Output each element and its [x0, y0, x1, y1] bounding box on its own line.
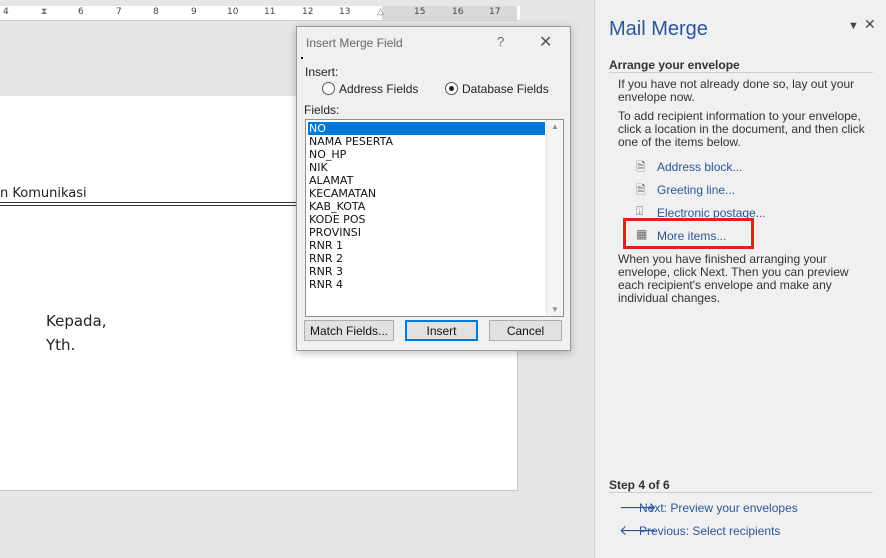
ruler-number: 16 — [452, 7, 464, 17]
list-item[interactable]: PROVINSI — [308, 226, 545, 239]
list-item[interactable]: KODE POS — [308, 213, 545, 226]
intro-text: If you have not already done so, lay out… — [618, 77, 855, 104]
address-block-link[interactable]: Address block... — [657, 160, 742, 174]
database-fields-label[interactable]: Database Fields — [462, 82, 549, 96]
list-item[interactable]: NAMA PESERTA — [308, 135, 545, 148]
dialog-title: Insert Merge Field — [306, 36, 403, 50]
ruler-number: 8 — [153, 7, 159, 17]
insert-button[interactable]: Insert — [405, 320, 478, 341]
divider — [609, 72, 873, 73]
list-item[interactable]: RNR 2 — [308, 252, 545, 265]
fields-label: Fields: — [304, 103, 340, 117]
doc-recipient-line[interactable]: Yth. — [46, 336, 75, 354]
document-icon: 🗎 — [636, 183, 646, 197]
horizontal-ruler[interactable]: 4 ⧗ 6 7 8 9 10 11 12 13 △ 15 16 17 — [0, 6, 520, 21]
ruler-number: 17 — [489, 7, 501, 17]
help-button[interactable]: ? — [497, 34, 504, 49]
match-fields-button[interactable]: Match Fields... — [304, 320, 394, 341]
insert-label: Insert: — [305, 65, 339, 79]
list-item[interactable]: NO — [308, 122, 545, 135]
greeting-line-link[interactable]: Greeting line... — [657, 183, 735, 197]
highlight-box — [623, 218, 754, 249]
divider — [609, 492, 873, 493]
list-item[interactable]: ALAMAT — [308, 174, 545, 187]
list-item[interactable]: RNR 3 — [308, 265, 545, 278]
scroll-down-icon[interactable]: ▼ — [551, 305, 559, 314]
document-icon: 🗎 — [636, 160, 646, 174]
ruler-number: 7 — [116, 7, 122, 17]
mail-merge-pane: Mail Merge ▼ ✕ Arrange your envelope If … — [594, 0, 886, 558]
list-item[interactable]: KECAMATAN — [308, 187, 545, 200]
right-indent-marker-icon[interactable]: △ — [377, 6, 384, 17]
step-indicator: Step 4 of 6 — [609, 478, 670, 492]
ruler-number: 13 — [339, 7, 351, 17]
ruler-number: 10 — [227, 7, 239, 17]
insert-merge-field-dialog: Insert Merge Field ? ✕ Insert: Address F… — [296, 26, 571, 351]
close-icon[interactable]: ✕ — [539, 32, 552, 52]
finish-text: When you have finished arranging your en… — [618, 252, 849, 305]
pane-close-icon[interactable]: ✕ — [864, 16, 876, 33]
ruler-number: 9 — [191, 7, 197, 17]
postage-icon: ⍗ — [636, 204, 644, 218]
pane-options-icon[interactable]: ▼ — [848, 20, 859, 32]
ruler-number: 15 — [414, 7, 426, 17]
cancel-button[interactable]: Cancel — [489, 320, 562, 341]
ruler-number: 12 — [302, 7, 314, 17]
pane-title: Mail Merge — [609, 18, 708, 40]
address-fields-label[interactable]: Address Fields — [339, 82, 418, 96]
list-item[interactable]: RNR 1 — [308, 239, 545, 252]
address-fields-radio[interactable] — [322, 82, 335, 95]
ruler-number: 11 — [264, 7, 276, 17]
list-item[interactable]: NO_HP — [308, 148, 545, 161]
list-item[interactable]: RNR 4 — [308, 278, 545, 291]
section-heading: Arrange your envelope — [609, 58, 740, 72]
database-fields-radio[interactable] — [445, 82, 458, 95]
text-cursor — [301, 57, 303, 59]
instruction-text: To add recipient information to your env… — [618, 109, 865, 149]
previous-step-link[interactable]: Previous: Select recipients — [639, 524, 780, 538]
doc-header-text: n Komunikasi — [0, 186, 87, 201]
indent-marker-icon[interactable]: ⧗ — [41, 6, 47, 17]
next-step-link[interactable]: Next: Preview your envelopes — [639, 501, 798, 515]
ruler-number: 6 — [78, 7, 84, 17]
ruler-number: 4 — [3, 7, 9, 17]
doc-greeting-line[interactable]: Kepada, — [46, 312, 107, 330]
list-item[interactable]: NIK — [308, 161, 545, 174]
scroll-up-icon[interactable]: ▲ — [551, 122, 559, 131]
listbox-scrollbar[interactable]: ▲ ▼ — [546, 120, 563, 316]
fields-listbox[interactable]: NO NAMA PESERTA NO_HP NIK ALAMAT KECAMAT… — [305, 119, 564, 317]
list-item[interactable]: KAB_KOTA — [308, 200, 545, 213]
